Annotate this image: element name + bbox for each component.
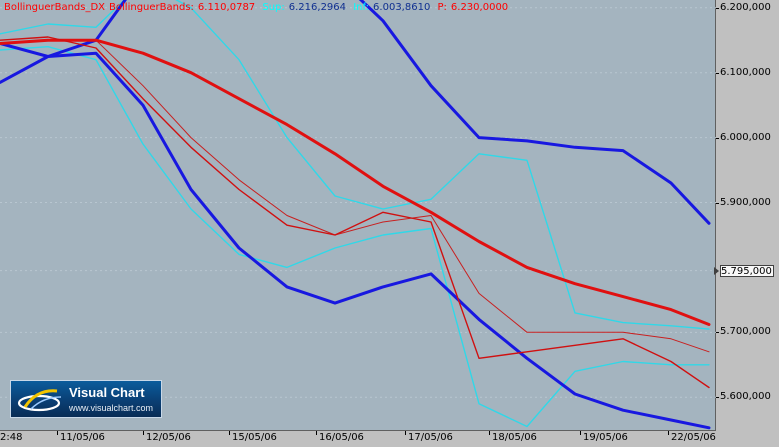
series-lower-band-fast <box>0 46 710 428</box>
legend-inf-label: Inf: <box>353 2 370 13</box>
x-tick-label: 2:48 <box>0 432 23 443</box>
legend-sup-label: Sup: <box>262 2 285 13</box>
x-tick-label: 22/05/06 <box>668 431 716 443</box>
x-tick-label: 15/05/06 <box>229 431 277 443</box>
y-tick-label: 6.100,000 <box>716 66 771 78</box>
x-tick-label: 16/05/06 <box>316 431 364 443</box>
series-lower-band-slow <box>0 42 711 430</box>
legend-sup-value: 6.216,2964 <box>288 2 347 13</box>
series-price <box>0 36 710 389</box>
logo-url: www.visualchart.com <box>69 403 154 413</box>
visual-chart-swoosh-icon <box>17 389 62 412</box>
plot-area[interactable]: BollinguerBands_DX BollinguerBands: 6.110,… <box>0 0 716 431</box>
x-tick-label: 18/05/06 <box>489 431 537 443</box>
legend-indicator-value: 6.110,0787 <box>197 2 256 13</box>
logo-title: Visual Chart <box>69 385 145 400</box>
legend-indicator-name: BollinguerBands_DX <box>4 2 106 13</box>
series-upper-band-slow <box>0 0 711 225</box>
legend-price-value: 6.230,0000 <box>450 2 509 13</box>
x-tick-label: 12/05/06 <box>143 431 191 443</box>
current-price-badge: 5.795,000 <box>720 264 774 277</box>
x-tick-label: 19/05/06 <box>580 431 628 443</box>
y-tick-label: 5.900,000 <box>716 196 771 208</box>
legend-price-label: P: <box>437 2 447 13</box>
x-tick-label: 17/05/06 <box>405 431 453 443</box>
current-price-marker-icon <box>714 266 719 275</box>
x-tick-label: 11/05/06 <box>57 431 105 443</box>
visual-chart-logo: Visual Chart www.visualchart.com <box>10 380 162 418</box>
price-chart[interactable] <box>0 0 716 431</box>
series-upper-band-fast <box>0 0 710 330</box>
series-layer <box>0 0 711 430</box>
indicator-legend: BollinguerBands_DX BollinguerBands: 6.110,… <box>4 2 512 13</box>
y-tick-label: 6.200,000 <box>716 1 771 13</box>
y-tick-label: 6.000,000 <box>716 131 771 143</box>
time-axis[interactable]: 2:48 11/05/06 12/05/06 15/05/06 16/05/06 17/0… <box>0 431 779 447</box>
price-axis[interactable]: 6.200,000 6.100,000 6.000,000 5.900,000 5.79… <box>716 0 779 431</box>
legend-indicator-label: BollinguerBands: <box>109 2 194 13</box>
y-tick-label: 5.600,000 <box>716 391 771 403</box>
y-tick-label: 5.700,000 <box>716 326 771 338</box>
chart-window: BollinguerBands_DX BollinguerBands: 6.110,… <box>0 0 779 447</box>
series-moving-average-fast <box>0 39 710 353</box>
legend-inf-value: 6.003,8610 <box>373 2 431 13</box>
series-moving-average-slow <box>0 38 711 326</box>
